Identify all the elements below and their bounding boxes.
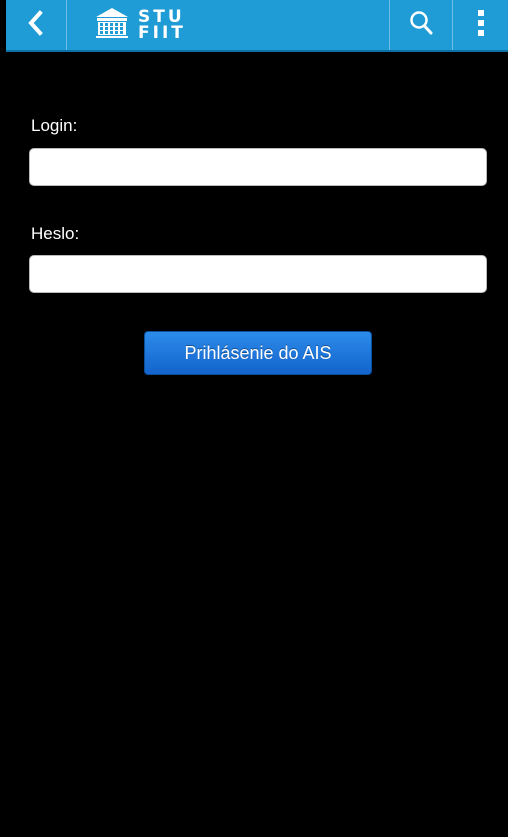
overflow-menu-icon bbox=[477, 9, 485, 42]
app-logo: STU FIIT bbox=[94, 0, 214, 50]
login-input[interactable] bbox=[29, 148, 487, 186]
password-input[interactable] bbox=[29, 255, 487, 293]
login-label: Login: bbox=[31, 116, 78, 135]
password-label: Heslo: bbox=[31, 224, 80, 243]
app-screen: STU FIIT Login: Heslo: Prihlásenie do AI… bbox=[0, 0, 508, 837]
logo-line-2: FIIT bbox=[138, 23, 186, 43]
building-icon bbox=[94, 7, 130, 44]
search-icon bbox=[409, 10, 433, 41]
back-button[interactable] bbox=[6, 0, 67, 50]
action-bar: STU FIIT bbox=[6, 0, 508, 52]
chevron-left-icon bbox=[27, 9, 45, 41]
login-button[interactable]: Prihlásenie do AIS bbox=[144, 331, 372, 375]
overflow-menu-button[interactable] bbox=[452, 0, 508, 50]
search-button[interactable] bbox=[389, 0, 452, 50]
logo-text: STU FIIT bbox=[138, 9, 186, 43]
login-form: Login: Heslo: Prihlásenie do AIS bbox=[6, 52, 508, 837]
